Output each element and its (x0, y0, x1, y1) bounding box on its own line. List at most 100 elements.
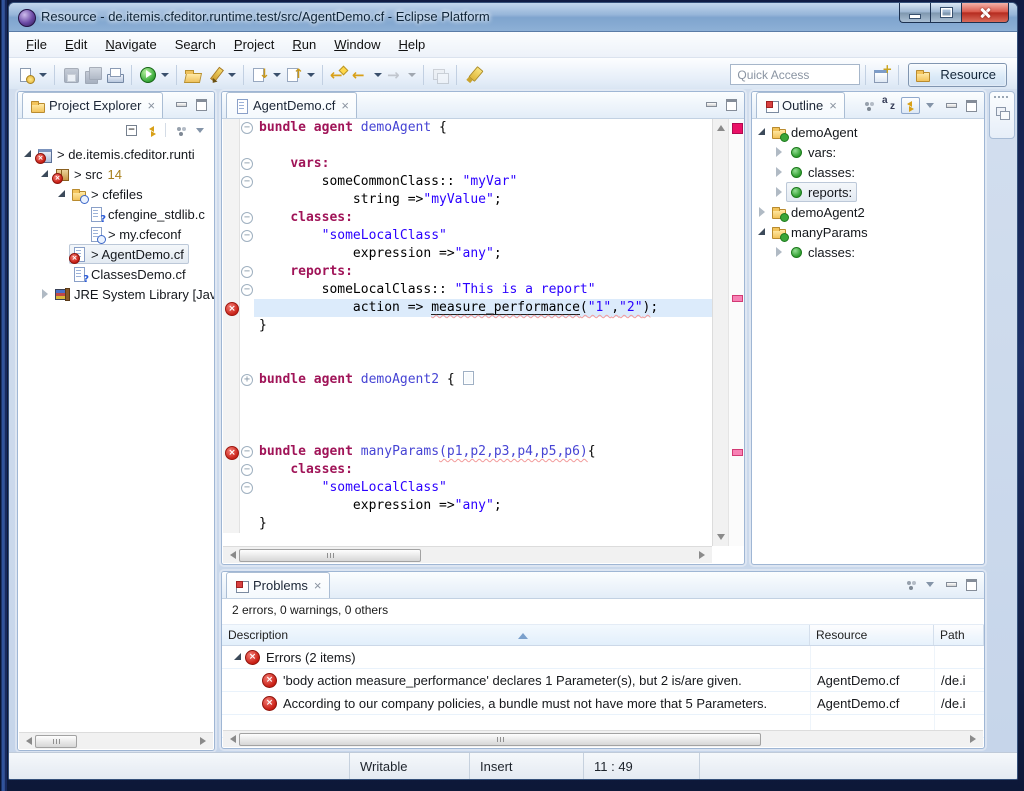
minimize-view-button[interactable] (703, 97, 720, 112)
run-dropdown[interactable] (159, 62, 171, 88)
code-text[interactable] (254, 425, 712, 443)
drag-grip-icon[interactable] (994, 96, 996, 98)
highlighter-button[interactable] (462, 62, 484, 88)
code-text[interactable]: } (254, 317, 712, 335)
tree-item-de-itemis-cfeditor-runti[interactable]: ×> de.itemis.cfeditor.runti (18, 144, 214, 164)
collapse-fold-icon[interactable]: − (241, 446, 253, 458)
code-line[interactable] (223, 389, 712, 407)
tab-project-explorer[interactable]: Project Explorer × (22, 92, 163, 118)
tree-item-reports[interactable]: reports: (752, 182, 984, 202)
code-line[interactable]: string =>"myValue"; (223, 191, 712, 209)
overview-ruler[interactable] (728, 119, 744, 546)
collapse-arrow-icon[interactable] (756, 226, 769, 238)
tree-item-manyparams[interactable]: manyParams (752, 222, 984, 242)
fold-ruler-cell[interactable]: − (240, 263, 254, 281)
fold-ruler-cell[interactable]: − (240, 227, 254, 245)
column-path[interactable]: Path (934, 625, 984, 645)
tree-item-agentdemo-cf[interactable]: ×> AgentDemo.cf (18, 244, 214, 264)
code-line[interactable]: − someLocalClass:: "This is a report" (223, 281, 712, 299)
tab-problems[interactable]: Problems × (226, 572, 330, 598)
collapse-arrow-icon[interactable] (22, 148, 35, 160)
code-line[interactable]: × action => measure_performance("1","2")… (223, 299, 712, 317)
editor-hscrollbar[interactable] (223, 546, 712, 563)
restore-view-icon[interactable] (995, 104, 1011, 120)
code-text[interactable]: "someLocalClass" (254, 479, 712, 497)
overview-error-indicator[interactable] (732, 123, 743, 134)
menu-project[interactable]: Project (225, 34, 283, 55)
code-text[interactable]: expression =>"any"; (254, 245, 712, 263)
code-text[interactable]: string =>"myValue"; (254, 191, 712, 209)
menu-run[interactable]: Run (283, 34, 325, 55)
collapse-arrow-icon[interactable] (56, 188, 69, 200)
code-text[interactable] (254, 389, 712, 407)
column-description[interactable]: Description (222, 625, 810, 645)
code-text[interactable]: } (254, 515, 712, 533)
collapse-arrow-icon[interactable] (756, 126, 769, 138)
scroll-right-icon[interactable] (200, 737, 210, 745)
error-marker-icon[interactable]: × (225, 446, 239, 460)
editor-vscrollbar[interactable] (712, 119, 729, 546)
maximize-view-button[interactable] (193, 97, 210, 112)
code-text[interactable]: classes: (254, 461, 712, 479)
menu-window[interactable]: Window (325, 34, 389, 55)
tab-outline[interactable]: Outline × (756, 92, 845, 118)
code-text[interactable]: action => measure_performance("1","2"); (254, 299, 712, 317)
collapse-fold-icon[interactable]: − (241, 122, 253, 134)
fold-ruler-cell[interactable]: − (240, 173, 254, 191)
minimize-view-button[interactable] (943, 577, 960, 592)
next-annotation-dropdown[interactable] (271, 62, 283, 88)
code-line[interactable] (223, 335, 712, 353)
tab-close-icon[interactable]: × (341, 100, 349, 112)
scroll-left-icon[interactable] (22, 737, 32, 745)
view-menu-icon[interactable] (173, 123, 190, 138)
new-wizard-dropdown[interactable] (37, 62, 49, 88)
fold-ruler-cell[interactable]: − (240, 119, 254, 137)
scrollbar-thumb[interactable] (239, 549, 421, 562)
problems-error-row[interactable]: ×According to our company policies, a bu… (222, 692, 984, 715)
code-line[interactable]: − someCommonClass:: "myVar" (223, 173, 712, 191)
code-text[interactable] (254, 407, 712, 425)
collapse-fold-icon[interactable]: − (241, 464, 253, 476)
scroll-right-icon[interactable] (970, 735, 980, 743)
overview-error-marker[interactable] (732, 295, 743, 302)
open-resource-button[interactable] (182, 62, 204, 88)
code-line[interactable]: ×−bundle agent manyParams(p1,p2,p3,p4,p5… (223, 443, 712, 461)
window-titlebar[interactable]: Resource - de.itemis.cfeditor.runtime.te… (9, 3, 1017, 32)
tree-item-vars[interactable]: vars: (752, 142, 984, 162)
tab-close-icon[interactable]: × (314, 580, 322, 592)
code-line[interactable]: expression =>"any"; (223, 497, 712, 515)
tree-item-cfefiles[interactable]: > cfefiles (18, 184, 214, 204)
tree-item-src[interactable]: ×> src14 (18, 164, 214, 184)
tree-item-my-cfeconf[interactable]: > my.cfeconf (18, 224, 214, 244)
collapse-all-button[interactable] (124, 123, 141, 138)
tree-item-demoagent2[interactable]: demoAgent2 (752, 202, 984, 222)
expand-arrow-icon[interactable] (773, 146, 786, 158)
view-menu-dropdown[interactable] (193, 123, 210, 138)
back-dropdown[interactable] (372, 62, 384, 88)
tree-item-jre-system-library-jav[interactable]: JRE System Library [Jav (18, 284, 214, 304)
quick-access-input[interactable] (730, 64, 860, 85)
link-with-editor-button[interactable] (901, 97, 920, 114)
previous-annotation-dropdown[interactable] (305, 62, 317, 88)
code-line[interactable]: − "someLocalClass" (223, 227, 712, 245)
next-annotation-button[interactable] (249, 62, 271, 88)
project-explorer-hscrollbar[interactable] (19, 732, 213, 749)
code-text[interactable]: bundle agent demoAgent { (254, 119, 712, 137)
tree-item-classes[interactable]: classes: (752, 242, 984, 262)
window-close-button[interactable] (961, 3, 1009, 23)
collapse-fold-icon[interactable]: − (241, 158, 253, 170)
code-editor[interactable]: −bundle agent demoAgent {− vars:− someCo… (223, 119, 712, 546)
fold-ruler-cell[interactable]: − (240, 155, 254, 173)
scrollbar-thumb[interactable] (239, 733, 761, 746)
code-line[interactable] (223, 407, 712, 425)
scroll-left-icon[interactable] (226, 735, 236, 743)
code-text[interactable]: "someLocalClass" (254, 227, 712, 245)
code-text[interactable] (254, 335, 712, 353)
menu-file[interactable]: File (17, 34, 56, 55)
mark-occurrences-dropdown[interactable] (226, 62, 238, 88)
window-maximize-button[interactable] (930, 3, 961, 23)
code-text[interactable]: bundle agent demoAgent2 { (254, 371, 712, 389)
link-with-editor-button[interactable] (144, 123, 161, 138)
expand-arrow-icon[interactable] (773, 166, 786, 178)
fold-ruler-cell[interactable]: − (240, 443, 254, 461)
